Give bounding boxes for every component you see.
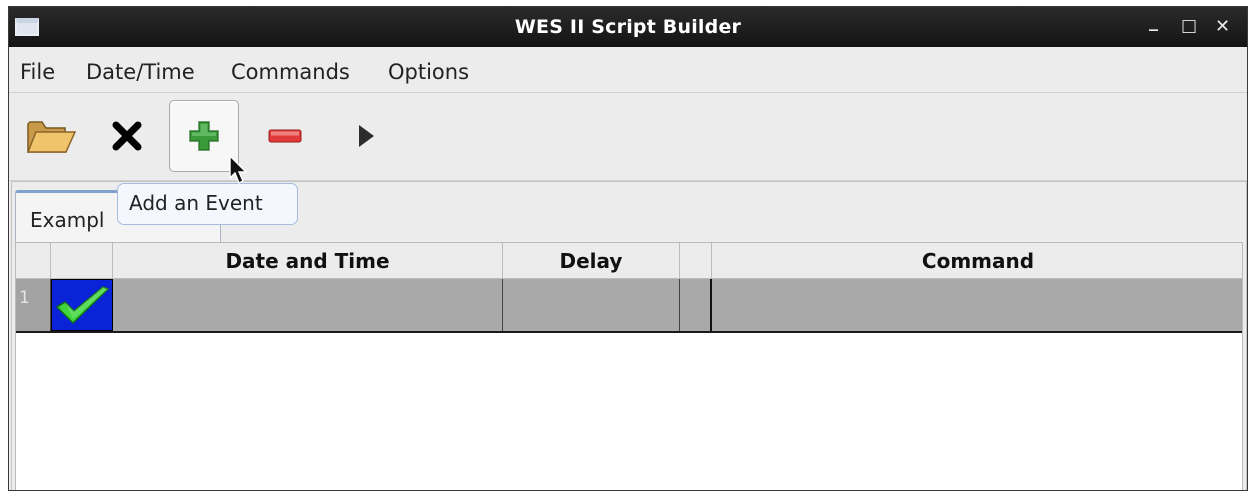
tab-label: Exampl <box>30 208 105 232</box>
run-button[interactable] <box>331 100 401 172</box>
flag-cell[interactable] <box>680 279 712 331</box>
maximize-button[interactable]: □ <box>1181 16 1197 36</box>
green-check-icon <box>55 286 110 325</box>
row-number: 1 <box>16 279 51 331</box>
header-status <box>51 243 113 279</box>
header-command[interactable]: Command <box>712 243 1244 279</box>
table-row[interactable]: 1 <box>16 279 1242 333</box>
mouse-cursor-icon <box>229 154 248 184</box>
menu-bar: File Date/Time Commands Options <box>9 47 1247 93</box>
grid-header: Date and Time Delay Command <box>16 243 1242 279</box>
header-row-number <box>16 243 51 279</box>
app-window: WES II Script Builder _ □ ✕ File Date/Ti… <box>8 6 1248 491</box>
menu-file[interactable]: File <box>20 60 55 84</box>
play-icon <box>359 125 374 147</box>
remove-event-button[interactable] <box>250 100 320 172</box>
menu-options[interactable]: Options <box>388 60 469 84</box>
tooltip-add-event: Add an Event <box>117 183 298 225</box>
status-cell[interactable] <box>51 279 113 331</box>
minimize-button[interactable]: _ <box>1149 11 1158 32</box>
command-cell[interactable] <box>712 279 1244 331</box>
toolbar <box>9 94 1247 181</box>
delete-icon <box>112 121 142 151</box>
remove-event-icon <box>268 129 302 143</box>
title-bar[interactable]: WES II Script Builder _ □ ✕ <box>9 7 1247 47</box>
open-folder-icon <box>26 121 77 153</box>
delete-button[interactable] <box>92 100 162 172</box>
tab-container: Exampl Date and Time Delay Command 1 <box>11 181 1247 490</box>
delay-cell[interactable] <box>503 279 680 331</box>
header-flag[interactable] <box>680 243 712 279</box>
open-button[interactable] <box>16 100 86 172</box>
close-window-button[interactable]: ✕ <box>1215 16 1230 37</box>
window-title: WES II Script Builder <box>514 16 742 38</box>
date-time-cell[interactable] <box>113 279 503 331</box>
event-grid[interactable]: Date and Time Delay Command 1 <box>15 242 1243 490</box>
menu-date-time[interactable]: Date/Time <box>86 60 195 84</box>
header-delay[interactable]: Delay <box>503 243 680 279</box>
add-event-icon <box>189 121 219 151</box>
header-date-and-time[interactable]: Date and Time <box>113 243 503 279</box>
menu-commands[interactable]: Commands <box>231 60 350 84</box>
